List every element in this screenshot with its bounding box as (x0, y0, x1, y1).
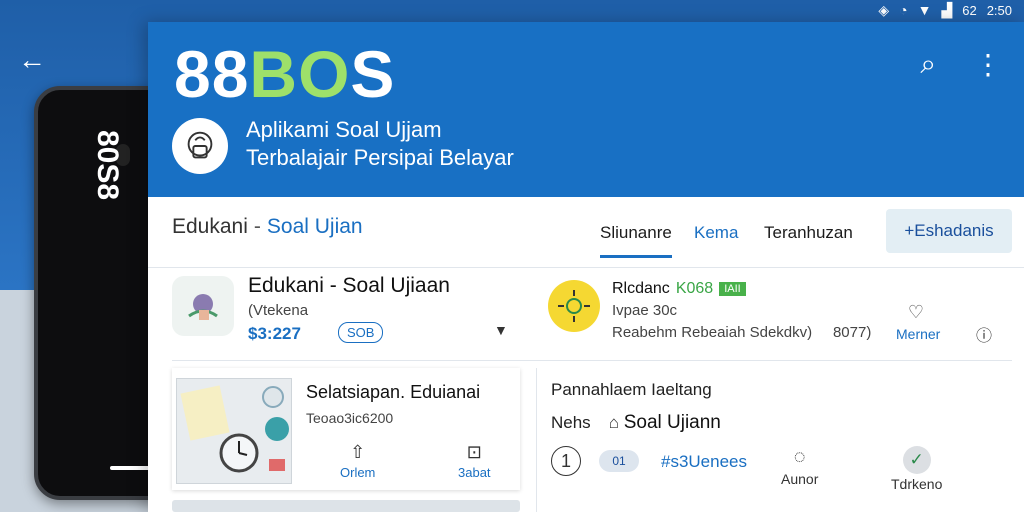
course-badge: SOB (338, 322, 384, 343)
step-indicator[interactable]: 1 (551, 446, 581, 476)
brain-icon (172, 118, 228, 174)
card-footer-strip (172, 500, 520, 512)
share-icon: ⇧ (350, 442, 366, 462)
tab-1[interactable]: Sliunanre (600, 223, 672, 258)
logo-accent: BO (249, 37, 351, 111)
search-icon[interactable]: ⌕ (920, 48, 936, 81)
course-c-subtitle: Teoao3ic6200 (306, 410, 394, 426)
tabs-row: Edukani - Soal Ujian Sliunanre Kema Teranh… (148, 197, 1024, 268)
tab-3[interactable]: Teranhuzan (764, 223, 853, 243)
logo-main: 88 (174, 37, 250, 111)
app-window: 88BOS ⌕ ⋮ Aplikami Soal Ujjam Terbalajai… (148, 22, 1024, 512)
status-extra: 62 (962, 2, 977, 18)
app-logo: 88BOS (174, 36, 395, 112)
divider (172, 360, 1012, 361)
app-header: 88BOS ⌕ ⋮ Aplikami Soal Ujjam Terbalajai… (148, 22, 1024, 197)
course-d-row: Nehs ⌂ Soal Ujiann (551, 412, 721, 434)
course-b-title-text: Rlcdanc (612, 280, 670, 297)
course-b-code: K068 (675, 280, 714, 297)
home-icon: ⌂ (608, 413, 619, 432)
course-b-meta-right: 8077) (832, 324, 872, 341)
tagline-line-1: Aplikami Soal Ujjam (246, 117, 442, 142)
course-card-b[interactable]: Rlcdanc K068 IAII Ivpae 30c Reabehm Rebeai… (548, 270, 1008, 360)
breadcrumb: Edukani - Soal Ujian (172, 215, 363, 239)
count-pill[interactable]: 01 (599, 450, 639, 472)
orlem-button[interactable]: ⇧ Orlem (340, 442, 375, 480)
add-tab-button[interactable]: +Eshadanis (886, 209, 1012, 253)
breadcrumb-parent[interactable]: Edukani (172, 215, 248, 238)
done-label: Tdrkeno (891, 476, 943, 492)
author-label: Aunor (781, 471, 819, 487)
course-card-c[interactable]: Selatsiapan. Eduianai Teoao3ic6200 ⇧ Orle… (172, 368, 520, 490)
sun-icon (548, 280, 600, 332)
check-icon-wrap: ✓ (891, 446, 942, 474)
course-subtitle: (Vtekena (248, 302, 309, 319)
tab-2[interactable]: Kema (694, 223, 738, 243)
course-d-number: #s3Uenees (661, 452, 748, 471)
course-card-d[interactable]: Pannahlaem Iaeltang Nehs ⌂ Soal Ujiann 1 … (536, 368, 1015, 512)
course-title: Edukani - Soal Ujiaan (248, 274, 450, 297)
logo-tail: S (350, 37, 396, 111)
course-thumb-icon (172, 276, 234, 336)
like-label[interactable]: Merner (896, 326, 940, 342)
desk-thumbnail (176, 378, 292, 484)
signal-icon: ▟ (941, 2, 953, 18)
course-b-subtitle: Ivpae 30c (612, 302, 678, 319)
breadcrumb-current: Soal Ujian (266, 215, 363, 238)
course-d-row-value: Soal Ujiann (623, 412, 721, 433)
save-button[interactable]: ⊡ 3abat (458, 442, 491, 480)
course-b-tag: IAII (719, 281, 746, 296)
course-d-title: Pannahlaem Iaeltang (551, 380, 712, 399)
chat-icon: ◌ (793, 446, 806, 468)
app-tagline: Aplikami Soal Ujjam Terbalajair Persipai… (246, 116, 514, 172)
author-button[interactable]: ◌ Aunor (781, 446, 818, 487)
course-b-meta: Reabehm Rebeaiah Sdekdkv) 8077) (612, 324, 871, 341)
more-vert-icon[interactable]: ⋮ (974, 48, 1002, 81)
save-label: 3abat (458, 465, 491, 480)
check-icon: ✓ (902, 446, 931, 474)
status-bar: ◈ ◔ ▼ ▟ 62 2:50 (878, 0, 1012, 20)
done-button[interactable]: ✓ Tdrkeno (891, 446, 942, 492)
course-price: $3:227 (248, 324, 301, 343)
course-b-meta-left: Reabehm Rebeaiah Sdekdkv) (612, 324, 813, 341)
chevron-down-icon[interactable]: ▼ (494, 322, 508, 338)
info-icon[interactable]: ⓘ (976, 322, 992, 346)
tagline-line-2: Terbalajair Persipai Belayar (246, 145, 514, 170)
sync-icon: ◈ (878, 2, 890, 18)
status-time: 2:50 (986, 2, 1012, 18)
heart-icon[interactable]: ♡ (904, 302, 928, 323)
course-card-a[interactable]: Edukani - Soal Ujiaan (Vtekena $3:227 SO… (172, 270, 522, 360)
orlem-label: Orlem (340, 465, 376, 480)
breadcrumb-separator: - (253, 215, 261, 238)
bookmark-icon: ⊡ (466, 442, 482, 462)
course-b-title: Rlcdanc K068 IAII (612, 280, 746, 298)
course-d-row-label: Nehs (551, 413, 591, 432)
wifi-icon: ▼ (917, 2, 932, 18)
alarm-icon: ◔ (899, 2, 908, 18)
course-c-title: Selatsiapan. Eduianai (306, 382, 481, 402)
back-arrow-icon[interactable]: ← (18, 46, 46, 74)
phone-screen-text: 80S8 (91, 130, 124, 201)
